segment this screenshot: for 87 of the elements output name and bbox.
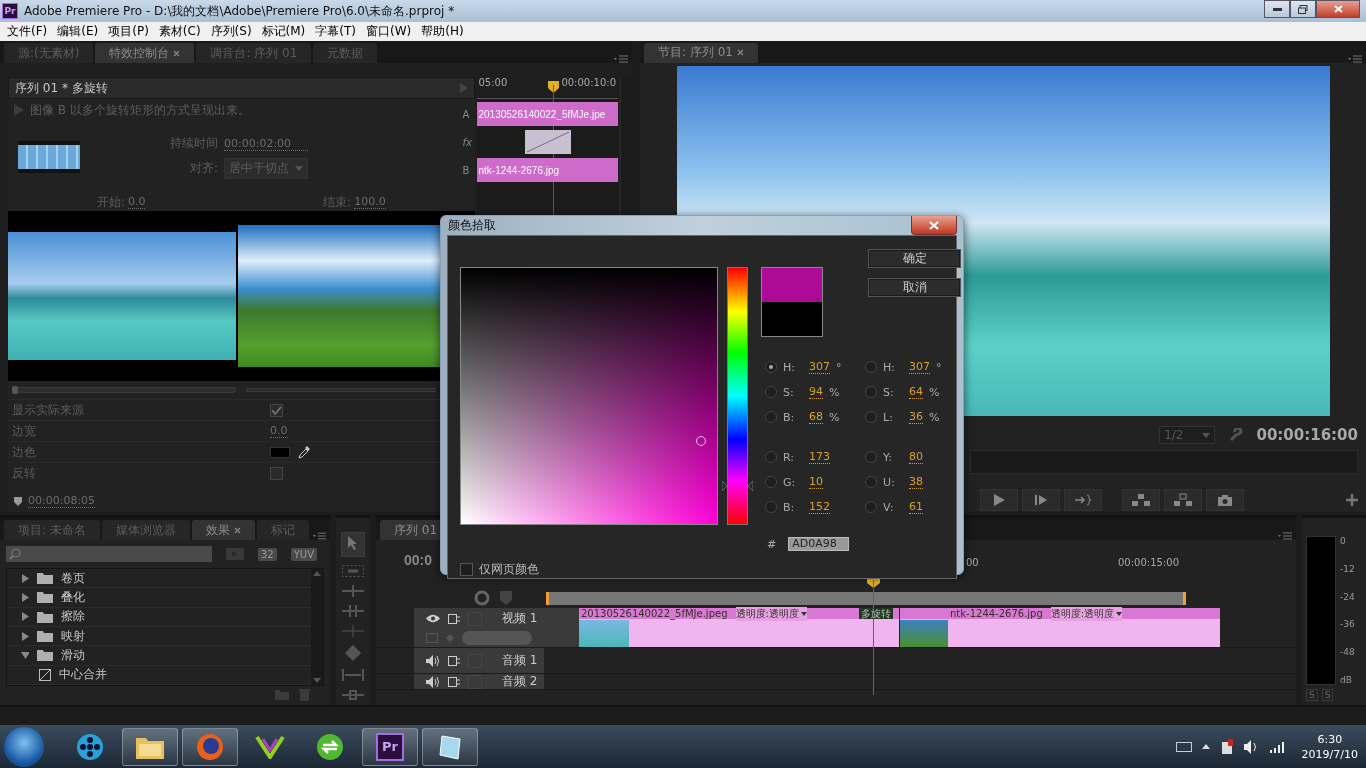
track-name: 视频 1 [502,610,538,627]
meter-scale-label: dB [1340,675,1353,685]
channel-label: S: [783,385,795,399]
timecode: 00:00:16:00 [1256,426,1358,445]
channel-label: R: [783,450,795,464]
meter-scale-label: -12 [1340,563,1355,574]
menu-item[interactable]: 帮助(H) [416,23,469,40]
channel-label: V: [883,500,895,514]
unit-label: ° [836,360,842,374]
menu-item[interactable]: 字幕(T) [310,23,361,40]
clock[interactable]: 6:30 2019/7/10 [1301,731,1358,762]
channel-label: L: [883,410,894,424]
channel-value[interactable]: 36 [909,410,923,424]
dialog-title: 颜色拾取 [447,217,496,234]
menu-item[interactable]: 序列(S) [205,23,257,40]
channel-label: G: [783,475,797,489]
panel-tab[interactable]: 特效控制台 [95,43,195,63]
meter-scale-label: -36 [1340,619,1355,630]
transition-label[interactable]: 多旋转 [859,608,893,619]
meter-scale-label: 0 [1340,536,1347,546]
tree-item[interactable]: 中心合并 [7,665,311,685]
start-label: 开始: [96,193,125,211]
sequence-header: 序列 01 * 多旋转 [15,79,108,97]
channel-value[interactable]: 307 [909,360,930,374]
panel-tab[interactable]: 效果 [191,520,255,540]
channel-label: Y: [883,450,893,464]
menu-item[interactable]: 编辑(E) [52,23,104,40]
hex-label: # [767,537,777,551]
meter-scale-label: -48 [1340,647,1355,658]
menu-item[interactable]: 窗口(W) [361,23,417,40]
unit-label: % [929,385,940,399]
unit-label: ° [936,360,942,374]
menu-item[interactable]: 文件(F) [2,23,53,40]
hex-input[interactable]: AD0A98 [788,537,850,551]
checkbox-label: 仅网页颜色 [479,561,539,578]
channel-label: B: [783,500,796,514]
tree-item[interactable]: 叠化 [7,588,311,608]
track-name: 音频 2 [502,673,538,690]
ruler-label: 05:00 [478,77,508,88]
ruler-label: 00 [966,557,979,568]
channel-value[interactable]: 173 [809,450,830,464]
channel-value[interactable]: 68 [809,410,823,424]
cancel-button[interactable]: 取消 [868,278,961,297]
menu-item[interactable]: 素材(C) [153,23,206,40]
channel-value[interactable]: 80 [909,450,923,464]
effect-dropdown[interactable]: 透明度:透明度 [735,606,807,621]
ok-button[interactable]: 确定 [868,249,961,268]
ruler-label: 00:00:15:00 [1118,557,1179,568]
channel-label: B: [783,410,796,424]
clock-time: 6:30 [1317,731,1343,747]
tree-item[interactable]: 卷页 [7,569,311,589]
channel-value[interactable]: 61 [909,500,923,514]
track-label: fx [462,136,472,148]
unit-label: % [929,410,940,424]
tree-item[interactable]: 映射 [7,627,311,647]
meter-scale-label: -24 [1340,591,1355,602]
channel-label: H: [783,360,796,374]
channel-label: S: [883,385,895,399]
timecode: 00:0 [404,552,433,568]
alignment-label: 对齐: [188,160,218,177]
app-icon: Pr [376,732,404,761]
taskbar-app-button[interactable]: Pr [362,727,418,766]
channel-value[interactable]: 38 [909,475,923,489]
tree-item[interactable]: 擦除 [7,607,311,627]
track-label: B [462,164,470,176]
channel-value[interactable]: 307 [809,360,830,374]
unit-label: % [829,410,840,424]
app-icon: Pr [2,3,18,19]
track-label: A [462,108,470,120]
video-clip[interactable]: ntk-1244-2676.jpg 透明度:透明度 [900,608,1220,647]
channel-label: H: [883,360,896,374]
panel-tab[interactable]: 节目: 序列 01 [644,42,758,63]
track-name: 音频 1 [502,652,538,669]
ruler-label: 00:00:10:0 [561,77,617,88]
channel-value[interactable]: 64 [909,385,923,399]
channel-value[interactable]: 10 [809,475,823,489]
channel-value[interactable]: 152 [809,500,830,514]
menu-item[interactable]: 标记(M) [256,23,311,40]
channel-label: U: [883,475,896,489]
window-title: Adobe Premiere Pro - D:\我的文档\Adobe\Premiere Pro\6.0\未命名.prproj * [24,2,456,20]
clock-date: 2019/7/10 [1301,746,1358,762]
effect-dropdown[interactable]: 透明度:透明度 [1050,606,1123,621]
tree-item[interactable]: 滑动 [7,646,311,666]
menu-item[interactable]: 项目(P) [103,23,154,40]
property-label: 边色 [12,443,37,461]
unit-label: % [829,385,840,399]
channel-value[interactable]: 94 [809,385,823,399]
